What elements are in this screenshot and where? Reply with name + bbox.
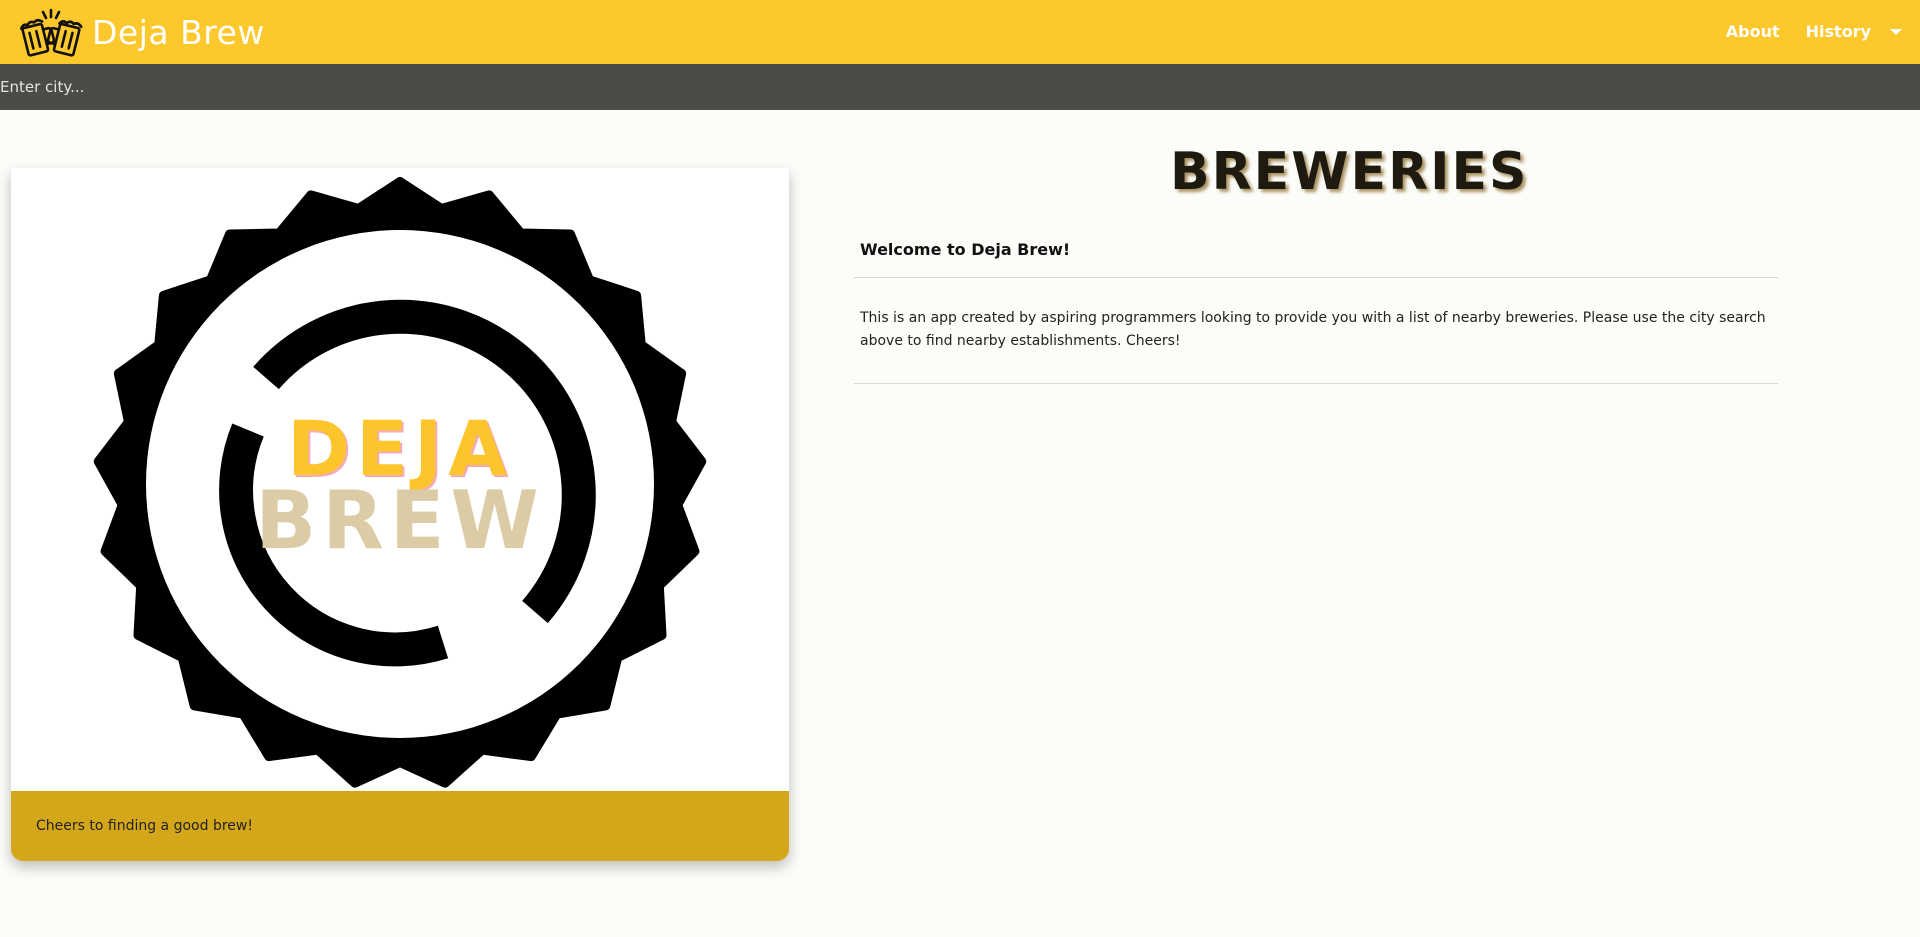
divider xyxy=(854,383,1778,384)
caret-down-icon[interactable] xyxy=(1890,29,1902,35)
brand-name: Deja Brew xyxy=(92,12,265,52)
page-title: BREWERIES xyxy=(1170,142,1529,202)
nav-links: About History xyxy=(1713,0,1920,64)
logo-card: DEJA DEJA BREW Cheers to finding a good … xyxy=(11,168,789,861)
intro-text: This is an app created by aspiring progr… xyxy=(860,310,1766,349)
card-image: DEJA DEJA BREW xyxy=(11,168,789,791)
nav-about-link[interactable]: About xyxy=(1713,0,1793,64)
bottle-cap-logo: DEJA DEJA BREW xyxy=(93,177,707,788)
navbar: Deja Brew About History xyxy=(0,0,1920,64)
nav-history-link[interactable]: History xyxy=(1793,0,1884,64)
city-search-input[interactable] xyxy=(0,64,1900,110)
brand-link[interactable]: Deja Brew xyxy=(18,6,265,58)
card-footer: Cheers to finding a good brew! xyxy=(11,791,789,861)
beer-mugs-icon xyxy=(19,8,83,57)
logo-text-brew: BREW xyxy=(255,474,544,567)
search-bar xyxy=(0,64,1920,110)
welcome-heading: Welcome to Deja Brew! xyxy=(860,240,1071,259)
divider xyxy=(854,277,1778,278)
card-caption: Cheers to finding a good brew! xyxy=(36,818,253,834)
